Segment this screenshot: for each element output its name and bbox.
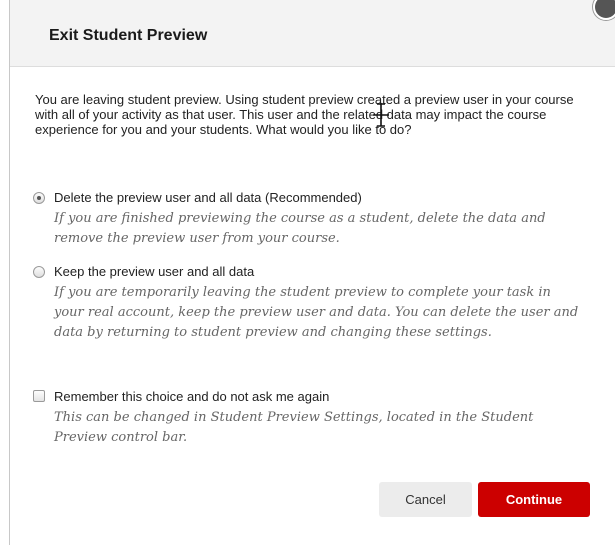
continue-button[interactable]: Continue [478,482,590,517]
option-keep-preview-user[interactable]: Keep the preview user and all data If yo… [33,264,584,343]
option-description: If you are finished previewing the cours… [54,211,546,246]
cancel-button[interactable]: Cancel [379,482,472,517]
option-description: This can be changed in Student Preview S… [54,410,534,445]
dialog-header: Exit Student Preview [10,0,615,67]
option-label[interactable]: Keep the preview user and all data [54,264,584,280]
dialog-title: Exit Student Preview [49,27,208,44]
option-label[interactable]: Remember this choice and do not ask me a… [54,389,584,405]
remember-choice-checkbox[interactable] [33,390,45,402]
option-delete-preview-user[interactable]: Delete the preview user and all data (Re… [33,190,584,249]
option-description: If you are temporarily leaving the stude… [54,285,579,340]
exit-student-preview-dialog: Exit Student Preview You are leaving stu… [9,0,615,545]
delete-user-radio[interactable] [33,192,45,204]
keep-user-radio[interactable] [33,266,45,278]
intro-text: You are leaving student preview. Using s… [35,92,574,137]
text-cursor-icon [373,103,389,127]
option-remember-choice[interactable]: Remember this choice and do not ask me a… [33,389,584,448]
option-label[interactable]: Delete the preview user and all data (Re… [54,190,584,206]
